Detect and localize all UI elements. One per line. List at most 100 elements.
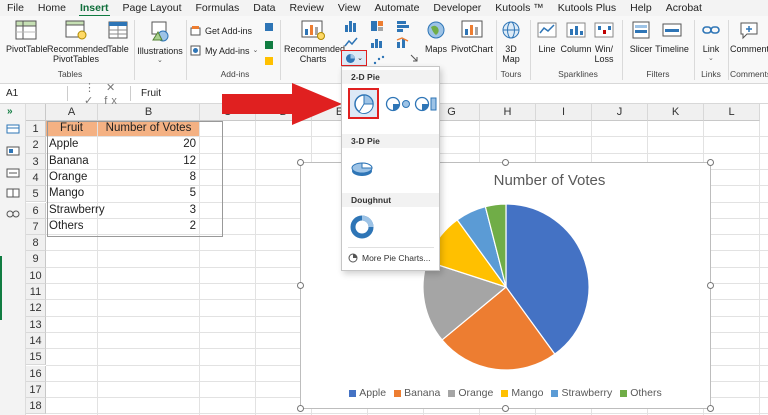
menu-tab-insert[interactable]: Insert (73, 0, 116, 17)
chart-resize-handle[interactable] (502, 159, 509, 166)
statistic-chart-icon[interactable] (370, 36, 384, 48)
header-cell-fruit[interactable]: Fruit (46, 121, 97, 137)
menu-tab-view[interactable]: View (331, 0, 368, 16)
row-header-12[interactable]: 12 (26, 300, 46, 317)
hierarchy-chart-icon[interactable] (370, 20, 384, 32)
row-header-10[interactable]: 10 (26, 267, 46, 284)
bar-of-pie-icon[interactable] (414, 95, 438, 113)
chart-legend[interactable]: Apple Banana Orange Mango Strawberry Others (301, 387, 710, 400)
menu-tab-page-layout[interactable]: Page Layout (116, 0, 189, 16)
table-cell-fruit[interactable]: Banana (46, 154, 97, 169)
menu-tab-acrobat[interactable]: Acrobat (659, 0, 709, 16)
table-cell-fruit[interactable]: Others (46, 219, 97, 234)
table-cell-fruit[interactable]: Orange (46, 170, 97, 185)
doughnut-icon[interactable] (350, 215, 374, 239)
chart-resize-handle[interactable] (297, 282, 304, 289)
table-cell-fruit[interactable]: Strawberry (46, 203, 105, 218)
row-header-3[interactable]: 3 (26, 153, 46, 170)
chart-resize-handle[interactable] (707, 159, 714, 166)
column-header-a[interactable]: A (46, 104, 98, 121)
binoculars-icon[interactable] (6, 208, 20, 218)
row-header-5[interactable]: 5 (26, 186, 46, 203)
table-button[interactable]: Table (105, 20, 131, 54)
table-cell-votes[interactable]: 20 (98, 137, 199, 152)
menu-tab-kutools-plus[interactable]: Kutools Plus (551, 0, 623, 16)
menu-tab-automate[interactable]: Automate (367, 0, 426, 16)
row-header-14[interactable]: 14 (26, 332, 46, 350)
combo-chart-icon[interactable] (396, 36, 410, 48)
row-header-7[interactable]: 7 (26, 218, 46, 236)
legend-item-banana[interactable]: Banana (394, 387, 440, 399)
dialog-launcher-icon[interactable] (410, 54, 418, 62)
menu-tab-data[interactable]: Data (246, 0, 282, 16)
column-header-j[interactable]: J (592, 104, 648, 121)
3d-map-button[interactable]: 3D Map (498, 20, 524, 64)
table-cell-votes[interactable]: 2 (98, 219, 199, 234)
column-header-l[interactable]: L (704, 104, 760, 121)
column-header-h[interactable]: H (480, 104, 536, 121)
name-box[interactable]: A1 (2, 86, 68, 101)
recommended-charts-button[interactable]: Recommended Charts (284, 20, 345, 64)
row-header-17[interactable]: 17 (26, 381, 46, 399)
column-header-b[interactable]: B (98, 104, 200, 121)
select-all-corner[interactable] (26, 104, 46, 121)
row-header-18[interactable]: 18 (26, 398, 46, 415)
pane-icon-1[interactable] (6, 124, 20, 134)
row-header-9[interactable]: 9 (26, 251, 46, 268)
3d-pie-icon[interactable] (350, 159, 374, 179)
menu-tab-formulas[interactable]: Formulas (189, 0, 247, 16)
pie-chart-button[interactable]: ⌄ (341, 50, 367, 66)
row-header-15[interactable]: 15 (26, 349, 46, 366)
chart-resize-handle[interactable] (297, 159, 304, 166)
row-header-11[interactable]: 11 (26, 284, 46, 301)
pivottable-button[interactable]: PivotTable (6, 20, 48, 54)
bar-chart-icon[interactable] (396, 20, 410, 32)
row-header-4[interactable]: 4 (26, 169, 46, 187)
chart-resize-handle[interactable] (707, 405, 714, 412)
pie-of-pie-icon[interactable] (385, 95, 411, 113)
expand-pane-icon[interactable]: » (7, 106, 13, 117)
table-cell-votes[interactable]: 3 (98, 203, 199, 218)
row-header-2[interactable]: 2 (26, 137, 46, 154)
maps-button[interactable]: Maps (420, 20, 452, 54)
sparkline-line-button[interactable]: Line (534, 20, 560, 54)
menu-tab-kutools[interactable]: Kutools ™ (488, 0, 550, 16)
chart-resize-handle[interactable] (502, 405, 509, 412)
row-header-1[interactable]: 1 (26, 121, 46, 138)
row-header-16[interactable]: 16 (26, 365, 46, 382)
row-header-8[interactable]: 8 (26, 235, 46, 252)
menu-tab-file[interactable]: File (0, 0, 31, 16)
menu-tab-home[interactable]: Home (31, 0, 73, 16)
table-cell-fruit[interactable]: Mango (46, 186, 97, 201)
table-cell-votes[interactable]: 5 (98, 186, 199, 201)
formula-bar-icons[interactable]: ⋮ ✕ ✓ fx (68, 81, 130, 107)
illustrations-button[interactable]: Illustrations ⌄ (137, 20, 183, 64)
timeline-button[interactable]: Timeline (654, 20, 690, 54)
table-cell-votes[interactable]: 12 (98, 154, 199, 169)
sparkline-winloss-button[interactable]: Win/ Loss (592, 20, 616, 64)
2d-pie-option[interactable] (348, 88, 379, 119)
get-addins-button[interactable]: Get Add-ins (190, 25, 260, 36)
pane-icon-4[interactable] (6, 188, 20, 198)
legend-item-strawberry[interactable]: Strawberry (551, 387, 612, 399)
menu-tab-help[interactable]: Help (623, 0, 659, 16)
row-header-6[interactable]: 6 (26, 202, 46, 219)
column-header-k[interactable]: K (648, 104, 704, 121)
table-cell-fruit[interactable]: Apple (46, 137, 97, 152)
legend-item-orange[interactable]: Orange (448, 387, 493, 399)
column-chart-icon[interactable] (344, 20, 358, 32)
menu-tab-review[interactable]: Review (282, 0, 330, 16)
chart-resize-handle[interactable] (707, 282, 714, 289)
slicer-button[interactable]: Slicer (628, 20, 654, 54)
table-cell-votes[interactable]: 8 (98, 170, 199, 185)
my-addins-button[interactable]: My Add-ins ⌄ (190, 45, 262, 56)
legend-item-apple[interactable]: Apple (349, 387, 386, 399)
line-chart-icon[interactable] (344, 36, 358, 48)
menu-tab-developer[interactable]: Developer (426, 0, 488, 16)
chart-resize-handle[interactable] (297, 405, 304, 412)
scatter-chart-icon[interactable] (372, 54, 386, 66)
more-pie-charts-link[interactable]: More Pie Charts... (348, 253, 431, 263)
pane-icon-2[interactable] (6, 146, 20, 156)
row-header-13[interactable]: 13 (26, 316, 46, 333)
comment-button[interactable]: Comment (730, 20, 768, 54)
